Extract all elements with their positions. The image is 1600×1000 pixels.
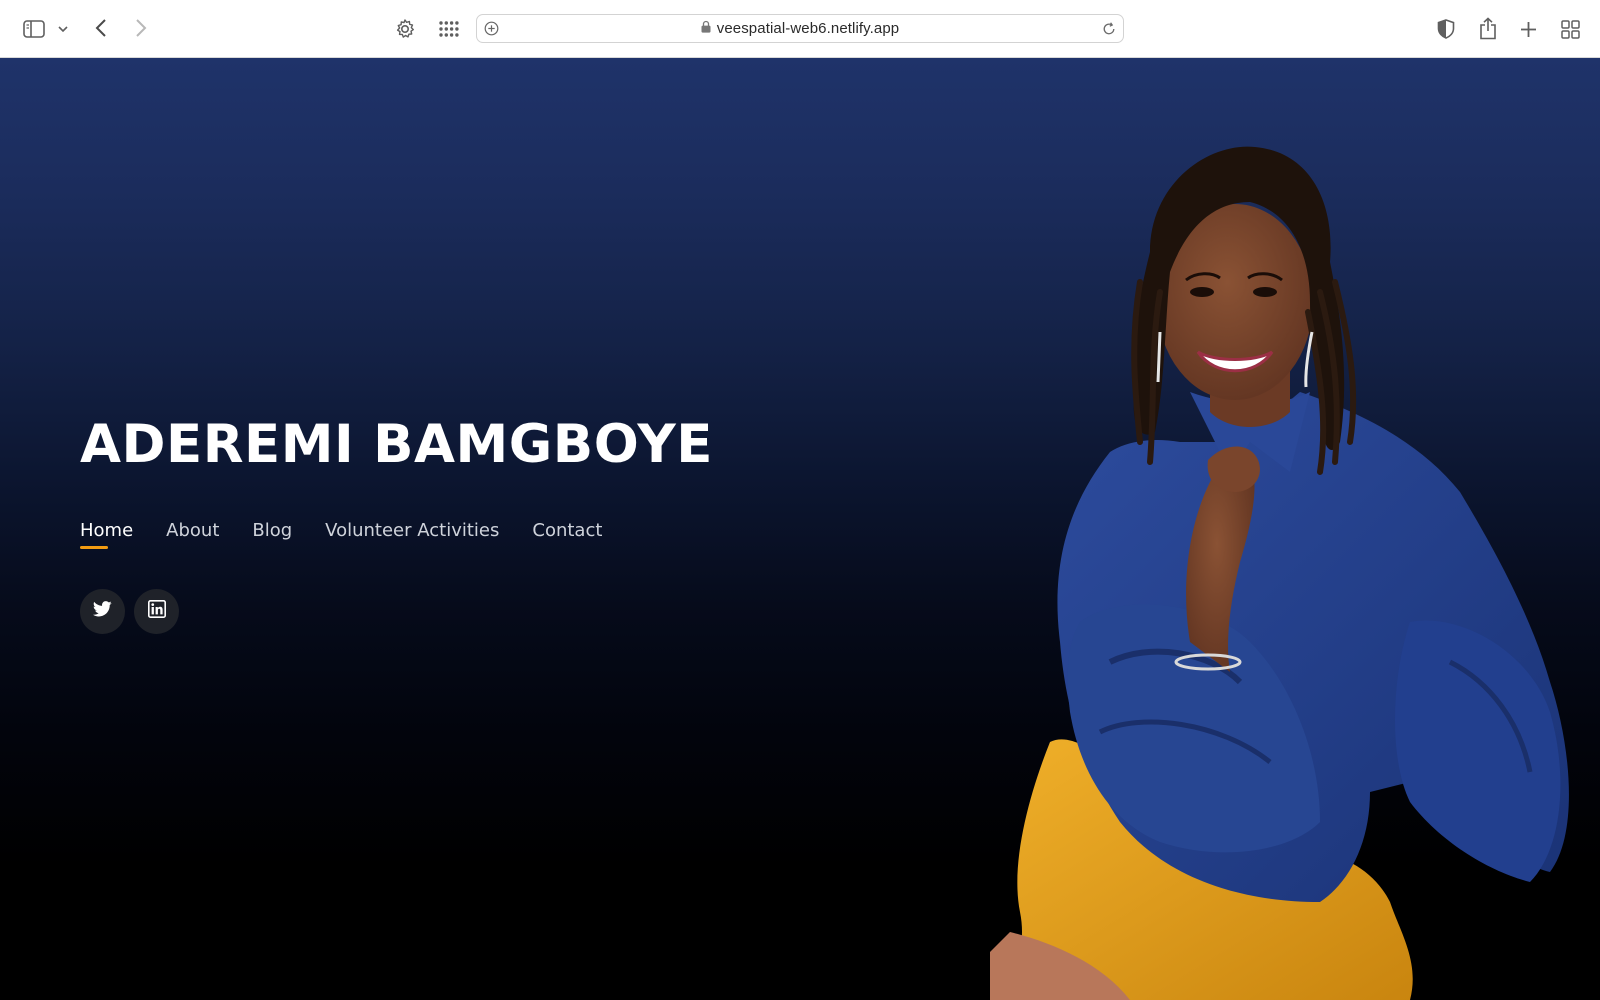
linkedin-button[interactable] [134, 589, 179, 634]
nav-about[interactable]: About [166, 520, 219, 549]
lock-icon [701, 20, 711, 38]
address-bar[interactable]: veespatial-web6.netlify.app [476, 14, 1124, 43]
nav-volunteer-activities[interactable]: Volunteer Activities [325, 520, 499, 549]
url-text[interactable]: veespatial-web6.netlify.app [717, 20, 900, 37]
twitter-button[interactable] [80, 589, 125, 634]
chevron-down-icon[interactable] [56, 22, 70, 36]
plus-circle-icon[interactable] [483, 20, 500, 37]
hero-section: ADEREMI BAMGBOYE Home About Blog Volunte… [0, 58, 1600, 1000]
social-links [80, 589, 179, 634]
nav-blog[interactable]: Blog [252, 520, 292, 549]
browser-toolbar: veespatial-web6.netlify.app [0, 0, 1600, 58]
twitter-icon [92, 601, 112, 622]
sidebar-icon[interactable] [22, 18, 46, 40]
gear-icon[interactable] [393, 17, 417, 41]
chevron-right-icon[interactable] [130, 16, 152, 40]
nav-home[interactable]: Home [80, 520, 133, 549]
shield-icon[interactable] [1435, 17, 1457, 41]
share-icon[interactable] [1477, 15, 1499, 41]
tab-grid-icon[interactable] [1558, 17, 1582, 41]
linkedin-icon [147, 600, 166, 623]
plus-icon[interactable] [1517, 17, 1539, 41]
chevron-left-icon[interactable] [90, 16, 112, 40]
hero-title: ADEREMI BAMGBOYE [80, 414, 713, 475]
reload-icon[interactable] [1100, 20, 1117, 37]
portrait-image [990, 146, 1569, 1000]
main-nav: Home About Blog Volunteer Activities Con… [80, 520, 602, 549]
grid-dots-icon[interactable] [437, 18, 461, 40]
nav-contact[interactable]: Contact [532, 520, 602, 549]
